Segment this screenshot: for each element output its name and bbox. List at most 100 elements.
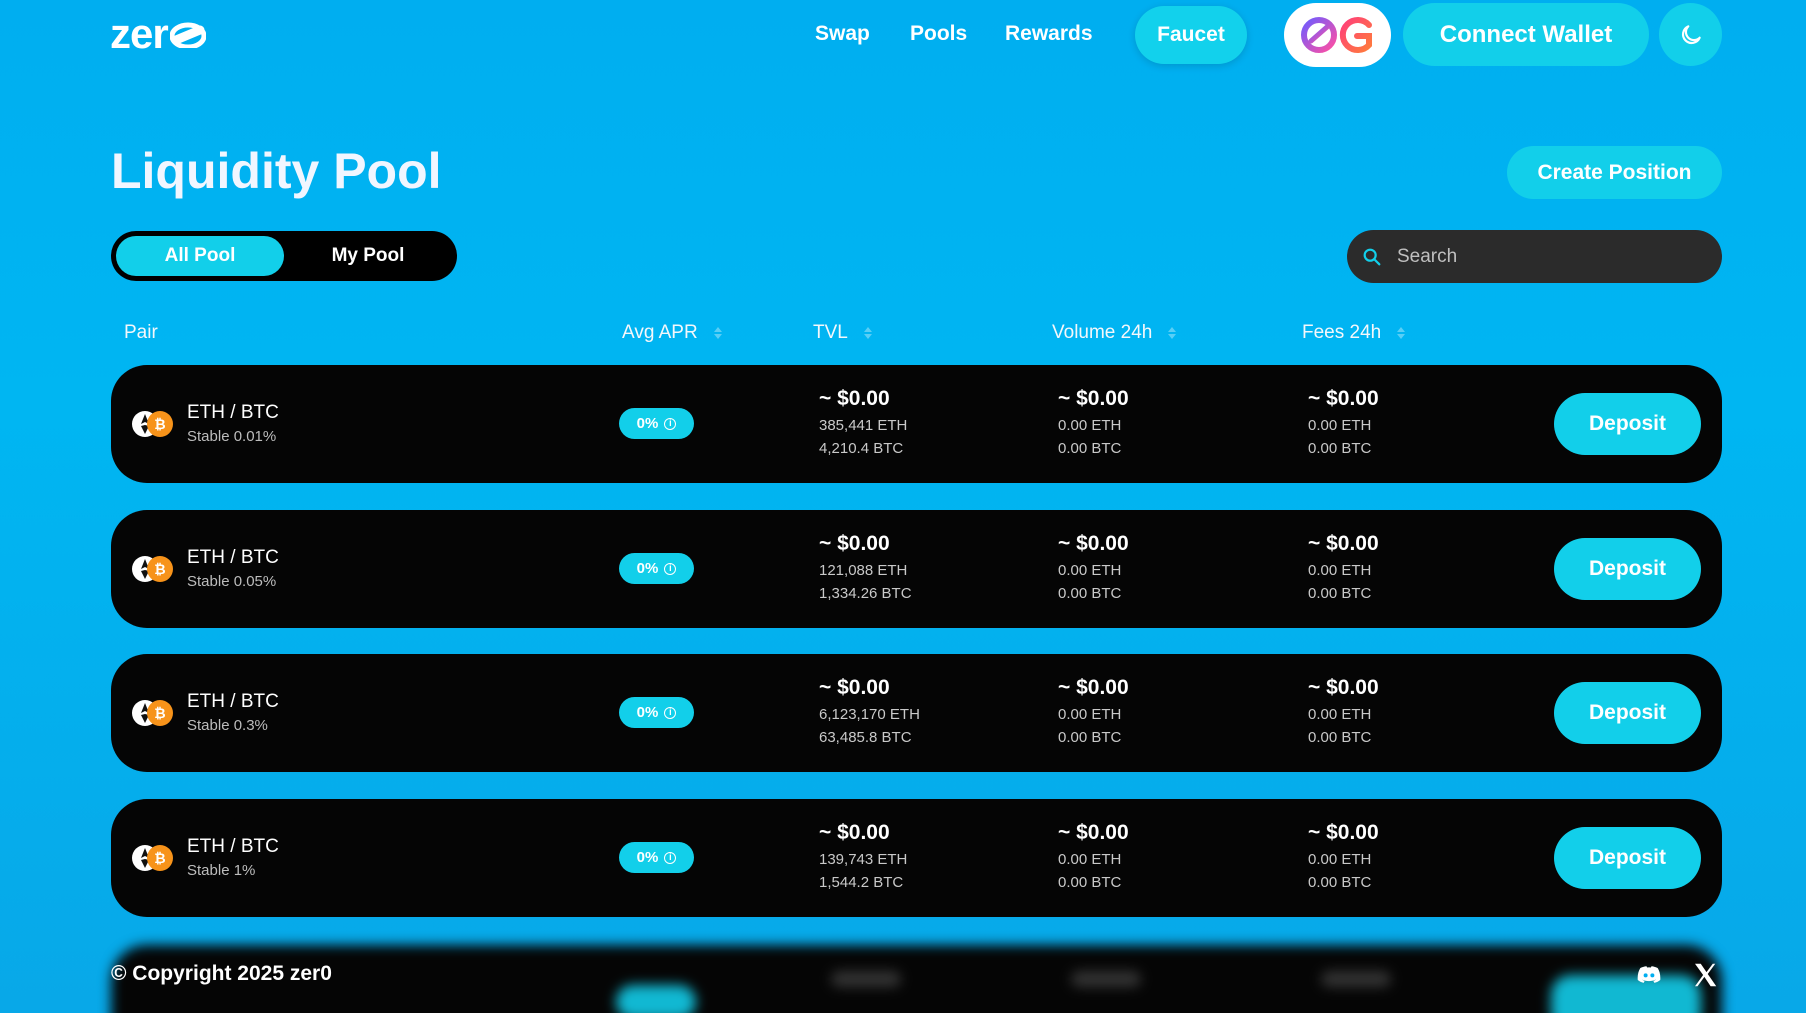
fees-usd: ~ $0.00 (1308, 387, 1379, 410)
tvl-usd: ~ $0.00 (819, 821, 890, 844)
fees-cell: ~ $0.00 0.00 ETH 0.00 BTC (1308, 821, 1379, 892)
volume-btc: 0.00 BTC (1058, 874, 1122, 891)
fee-tier: Stable 0.01% (187, 428, 277, 445)
pair-name: ETH / BTC (187, 402, 279, 423)
deposit-button[interactable]: Deposit (1554, 538, 1701, 600)
tvl-cell: ~ $0.00 139,743 ETH 1,544.2 BTC (819, 821, 907, 892)
apr-value: 0% (636, 704, 659, 721)
discord-link[interactable] (1634, 960, 1664, 990)
deposit-button[interactable]: Deposit (1554, 682, 1701, 744)
table-row: ₿ ETH / BTC Stable 0.05% 0% i ~ $0.00 12… (111, 510, 1722, 628)
fees-cell: ~ $0.00 0.00 ETH 0.00 BTC (1308, 532, 1379, 603)
fees-usd: ~ $0.00 (1308, 821, 1379, 844)
logo-text: zer (110, 10, 169, 57)
fees-usd: ~ $0.00 (1308, 532, 1379, 555)
volume-usd: ~ $0.00 (1058, 532, 1129, 555)
top-nav: zer Swap Pools Rewards Faucet Connect Wa… (0, 0, 1806, 70)
search-input[interactable] (1397, 245, 1697, 268)
apr-badge[interactable]: 0% i (619, 842, 694, 873)
tvl-usd: ~ $0.00 (819, 387, 890, 410)
apr-badge[interactable]: 0% i (619, 697, 694, 728)
page-title: Liquidity Pool (111, 143, 442, 199)
tvl-cell: ~ $0.00 6,123,170 ETH 63,485.8 BTC (819, 676, 920, 747)
tvl-btc: 4,210.4 BTC (819, 440, 904, 457)
table-row-obscured (111, 945, 1722, 1013)
fees-eth: 0.00 ETH (1308, 562, 1372, 579)
info-icon: i (664, 562, 677, 575)
volume-cell: ~ $0.00 0.00 ETH 0.00 BTC (1058, 387, 1129, 458)
connect-wallet-button[interactable]: Connect Wallet (1403, 3, 1649, 66)
moon-icon (1681, 24, 1701, 44)
faucet-button[interactable]: Faucet (1135, 6, 1247, 64)
info-icon: i (664, 851, 677, 864)
table-row: ₿ ETH / BTC Stable 1% 0% i ~ $0.00 139,7… (111, 799, 1722, 917)
fees-eth: 0.00 ETH (1308, 417, 1372, 434)
apr-value: 0% (636, 415, 659, 432)
svg-text:₿: ₿ (154, 562, 165, 578)
fees-usd: ~ $0.00 (1308, 676, 1379, 699)
tvl-cell: ~ $0.00 121,088 ETH 1,334.26 BTC (819, 532, 912, 603)
volume-cell: ~ $0.00 0.00 ETH 0.00 BTC (1058, 532, 1129, 603)
fees-eth: 0.00 ETH (1308, 851, 1372, 868)
tab-my-pool[interactable]: My Pool (284, 236, 452, 276)
column-header-label: Volume 24h (1052, 322, 1153, 343)
network-logo-icon (1300, 17, 1372, 53)
tvl-eth: 121,088 ETH (819, 562, 908, 579)
tvl-eth: 139,743 ETH (819, 851, 908, 868)
sort-icon (713, 327, 722, 339)
tvl-btc: 63,485.8 BTC (819, 729, 912, 746)
create-position-button[interactable]: Create Position (1507, 146, 1722, 199)
volume-eth: 0.00 ETH (1058, 706, 1122, 723)
deposit-button[interactable]: Deposit (1554, 393, 1701, 455)
sort-icon (1168, 327, 1177, 339)
column-header-label: TVL (813, 322, 848, 343)
tvl-eth: 385,441 ETH (819, 417, 908, 434)
svg-text:₿: ₿ (154, 417, 165, 433)
pair-name: ETH / BTC (187, 836, 279, 857)
nav-link-pools[interactable]: Pools (910, 22, 967, 46)
info-icon: i (664, 417, 677, 430)
volume-eth: 0.00 ETH (1058, 562, 1122, 579)
info-icon: i (664, 706, 677, 719)
column-header-fees[interactable]: Fees 24h (1302, 322, 1406, 344)
tvl-btc: 1,544.2 BTC (819, 874, 904, 891)
x-link[interactable] (1690, 960, 1720, 990)
pair-token-icons: ₿ (131, 554, 175, 584)
theme-toggle-button[interactable] (1659, 3, 1722, 66)
svg-text:₿: ₿ (154, 706, 165, 722)
sort-icon (863, 327, 872, 339)
search-box (1347, 230, 1722, 283)
tab-all-pool[interactable]: All Pool (116, 236, 284, 276)
apr-value: 0% (636, 560, 659, 577)
table-row: ₿ ETH / BTC Stable 0.3% 0% i ~ $0.00 6,1… (111, 654, 1722, 772)
fee-tier: Stable 0.3% (187, 717, 268, 734)
column-header-label: Pair (124, 322, 158, 343)
x-icon (1695, 963, 1717, 987)
column-header-tvl[interactable]: TVL (813, 322, 872, 344)
nav-link-swap[interactable]: Swap (815, 22, 870, 46)
volume-eth: 0.00 ETH (1058, 417, 1122, 434)
search-icon (1363, 248, 1381, 265)
tvl-usd: ~ $0.00 (819, 532, 890, 555)
volume-btc: 0.00 BTC (1058, 440, 1122, 457)
column-header-apr[interactable]: Avg APR (622, 322, 722, 344)
pool-filter-toggle: All Pool My Pool (111, 231, 457, 281)
tvl-usd: ~ $0.00 (819, 676, 890, 699)
volume-btc: 0.00 BTC (1058, 729, 1122, 746)
pair-name: ETH / BTC (187, 691, 279, 712)
fees-btc: 0.00 BTC (1308, 874, 1372, 891)
sort-icon (1397, 327, 1406, 339)
pair-token-icons: ₿ (131, 698, 175, 728)
apr-badge[interactable]: 0% i (619, 553, 694, 584)
logo[interactable]: zer (110, 10, 207, 57)
apr-badge[interactable]: 0% i (619, 408, 694, 439)
volume-cell: ~ $0.00 0.00 ETH 0.00 BTC (1058, 676, 1129, 747)
deposit-button[interactable]: Deposit (1554, 827, 1701, 889)
network-badge[interactable] (1284, 3, 1391, 67)
column-header-label: Fees 24h (1302, 322, 1382, 343)
column-header-volume[interactable]: Volume 24h (1052, 322, 1177, 344)
fee-tier: Stable 0.05% (187, 573, 277, 590)
column-header-pair: Pair (124, 322, 158, 344)
volume-usd: ~ $0.00 (1058, 821, 1129, 844)
nav-link-rewards[interactable]: Rewards (1005, 22, 1093, 46)
